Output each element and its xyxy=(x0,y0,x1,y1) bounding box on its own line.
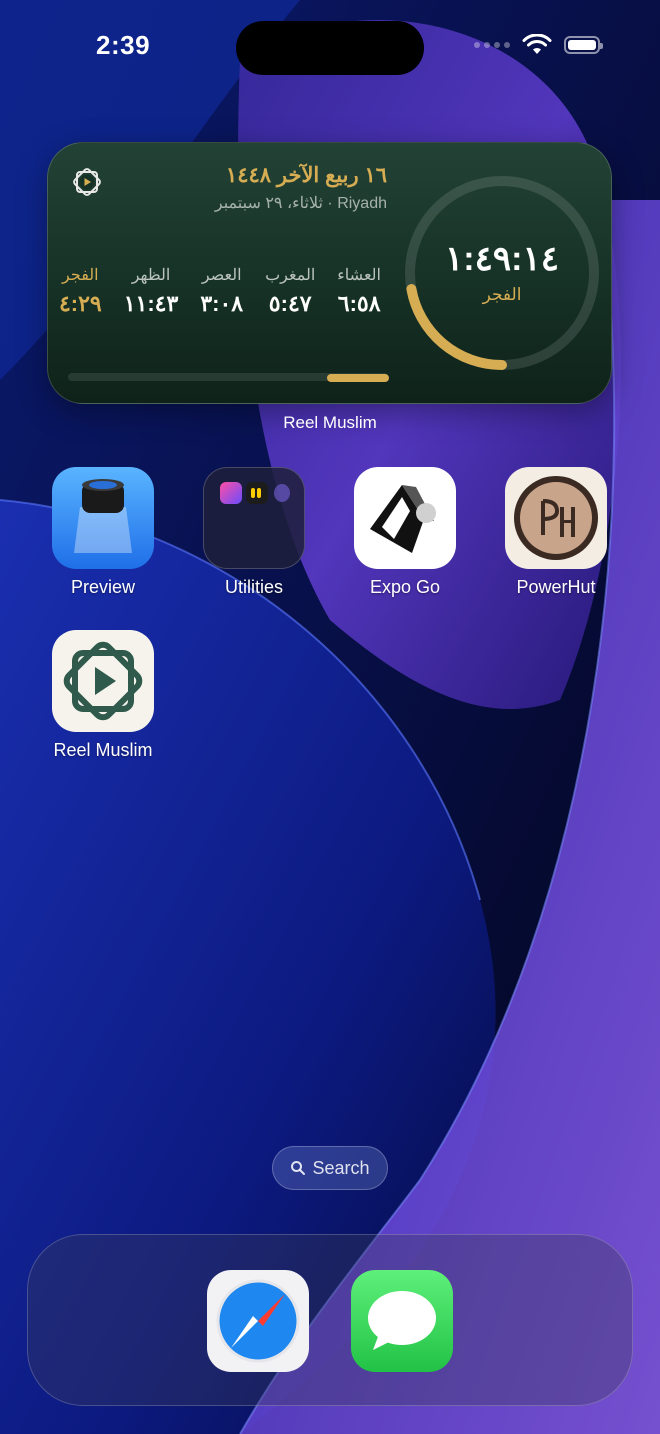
battery-icon xyxy=(564,36,603,54)
app-label: Reel Muslim xyxy=(53,740,153,760)
dynamic-island xyxy=(236,21,424,75)
wifi-icon xyxy=(522,34,552,54)
reel-muslim-logo-icon xyxy=(73,168,101,196)
status-icons xyxy=(474,34,603,56)
prayer-time: ٦:٥٨ xyxy=(337,291,381,316)
widget-caption: Reel Muslim xyxy=(283,413,377,432)
prayer-name: المغرب xyxy=(265,267,316,284)
countdown-timer: ١:٤٩:١٤ xyxy=(445,240,559,278)
prayer-name: العشاء xyxy=(337,267,381,284)
expo-go-icon xyxy=(354,467,456,569)
app-expo-go[interactable]: Expo Go xyxy=(340,467,470,598)
prayer-name: الظهر xyxy=(131,267,171,284)
search-label: Search xyxy=(312,1157,370,1178)
prayer-fajr: الفجر ٤:٢٩ xyxy=(59,265,102,317)
folder-icon xyxy=(203,467,305,569)
prayer-times-widget[interactable]: ١٦ ربيع الآخر ١٤٤٨ Riyadh · ثلاثاء، ٢٩ س… xyxy=(47,142,612,404)
dock xyxy=(27,1234,633,1406)
safari-icon[interactable] xyxy=(207,1270,309,1372)
app-label: Expo Go xyxy=(369,577,441,597)
cellular-signal-icon xyxy=(474,42,510,48)
hijri-date: ١٦ ربيع الآخر ١٤٤٨ xyxy=(225,164,387,187)
preview-icon xyxy=(52,467,154,569)
prayer-time: ١١:٤٣ xyxy=(123,291,179,316)
app-label: PowerHut xyxy=(516,577,596,597)
gregorian-date: Riyadh · ثلاثاء، ٢٩ سبتمبر xyxy=(214,195,387,212)
app-preview[interactable]: Preview xyxy=(38,467,168,598)
prayer-maghrib: المغرب ٥:٤٧ xyxy=(265,265,315,317)
reel-muslim-icon xyxy=(52,630,154,732)
prayer-time: ٥:٤٧ xyxy=(268,291,312,316)
day-progress-fill xyxy=(327,374,389,382)
app-utilities-folder[interactable]: Utilities xyxy=(189,467,319,598)
prayer-time: ٣:٠٨ xyxy=(200,291,244,316)
search-icon xyxy=(291,1161,306,1175)
next-prayer-label: الفجر xyxy=(482,285,522,304)
status-time: 2:39 xyxy=(96,30,151,60)
app-powerhut[interactable]: PowerHut xyxy=(491,467,621,598)
prayer-isha: العشاء ٦:٥٨ xyxy=(337,265,381,317)
powerhut-icon xyxy=(505,467,607,569)
prayer-name: العصر xyxy=(201,267,242,284)
app-label: Utilities xyxy=(224,577,283,597)
home-search-button[interactable]: Search xyxy=(272,1146,388,1190)
prayer-dhuhr: الظهر ١١:٤٣ xyxy=(124,265,179,317)
prayer-asr: العصر ٣:٠٨ xyxy=(200,265,243,317)
prayer-name: الفجر xyxy=(62,267,99,284)
messages-icon[interactable] xyxy=(351,1270,453,1372)
app-reel-muslim[interactable]: Reel Muslim xyxy=(38,630,168,761)
prayer-list: الفجر ٤:٢٩ الظهر ١١:٤٣ العصر ٣:٠٨ المغرب… xyxy=(59,265,381,317)
app-label: Preview xyxy=(70,577,136,597)
prayer-time: ٤:٢٩ xyxy=(58,291,102,316)
